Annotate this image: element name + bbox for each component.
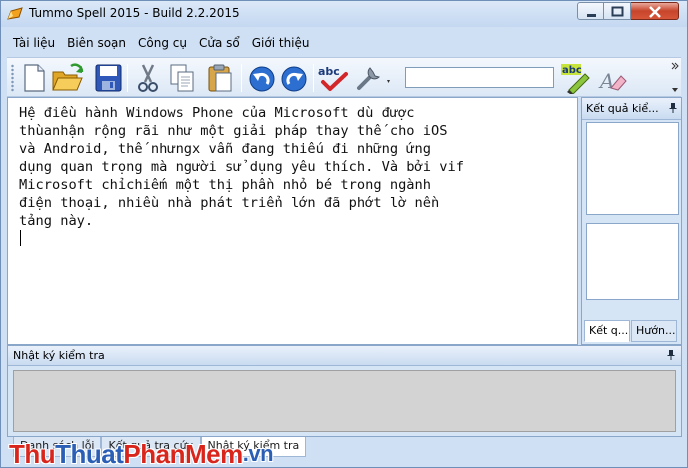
cut-button[interactable] bbox=[133, 62, 163, 94]
eraser-icon: A bbox=[598, 69, 627, 93]
watermark-part-3: PhanMem bbox=[123, 439, 243, 468]
highlight-button[interactable]: abc bbox=[559, 62, 593, 94]
menu-tai-lieu[interactable]: Tài liệu bbox=[7, 31, 61, 55]
cut-icon bbox=[138, 64, 158, 92]
tab-huong-dan[interactable]: Hướn... bbox=[631, 320, 677, 342]
close-button[interactable] bbox=[631, 2, 679, 20]
suggestions-list[interactable] bbox=[586, 223, 679, 300]
paste-icon bbox=[208, 64, 232, 92]
results-panel-title: Kết quả kiể... bbox=[586, 102, 659, 115]
watermark-part-4: .vn bbox=[242, 441, 274, 466]
results-panel: Kết quả kiể... Kết q... Hướn... bbox=[581, 97, 682, 345]
save-button[interactable] bbox=[93, 62, 123, 94]
log-panel-header[interactable]: Nhật ký kiểm tra bbox=[8, 346, 681, 366]
menu-bar: Tài liệu Biên soạn Công cụ Cửa sổ Giới t… bbox=[7, 31, 681, 55]
pin-icon[interactable] bbox=[666, 349, 676, 361]
pin-icon[interactable] bbox=[668, 102, 678, 114]
watermark-part-1: Thu bbox=[9, 439, 56, 468]
toolbar-separator bbox=[127, 64, 128, 92]
copy-button[interactable] bbox=[167, 62, 197, 94]
log-output-area[interactable] bbox=[13, 370, 676, 432]
eraser-button[interactable]: A bbox=[597, 62, 627, 94]
new-document-icon bbox=[24, 64, 45, 92]
svg-text:abc: abc bbox=[318, 65, 340, 78]
results-list[interactable] bbox=[586, 122, 679, 215]
overflow-chevron-icon bbox=[671, 62, 679, 92]
log-panel-title: Nhật ký kiểm tra bbox=[13, 349, 105, 362]
title-bar[interactable]: Tummo Spell 2015 - Build 2.2.2015 bbox=[1, 1, 687, 27]
highlight-abc-icon: abc bbox=[561, 64, 590, 94]
chevron-down-icon bbox=[387, 80, 390, 83]
menu-cua-so[interactable]: Cửa sổ bbox=[193, 31, 246, 55]
menu-gioi-thieu[interactable]: Giới thiệu bbox=[246, 31, 316, 55]
svg-text:A: A bbox=[598, 69, 614, 93]
redo-icon bbox=[281, 66, 307, 92]
toolbar-separator bbox=[313, 64, 314, 92]
save-icon bbox=[95, 64, 122, 92]
paste-button[interactable] bbox=[205, 62, 235, 94]
svg-text:abc: abc bbox=[562, 65, 582, 76]
toolbar-grip[interactable] bbox=[11, 64, 14, 92]
app-window: Tummo Spell 2015 - Build 2.2.2015 Tài li… bbox=[0, 0, 688, 468]
window-title: Tummo Spell 2015 - Build 2.2.2015 bbox=[29, 6, 240, 20]
watermark-part-2: Thuat bbox=[55, 439, 124, 468]
tools-icon bbox=[357, 67, 390, 90]
toolbar-overflow-button[interactable] bbox=[670, 60, 680, 96]
maximize-button[interactable] bbox=[604, 2, 631, 20]
watermark-logo: Thu Thuat PhanMem .vn bbox=[9, 437, 274, 468]
new-document-button[interactable] bbox=[19, 62, 49, 94]
editor-text[interactable]: Hệ điều hành Windows Phone của Microsoft… bbox=[19, 104, 571, 230]
results-panel-header[interactable]: Kết quả kiể... bbox=[582, 98, 681, 120]
minimize-button[interactable] bbox=[577, 2, 604, 20]
redo-button[interactable] bbox=[279, 62, 309, 94]
undo-button[interactable] bbox=[247, 62, 277, 94]
tools-button[interactable] bbox=[353, 62, 393, 94]
search-input[interactable] bbox=[405, 67, 554, 88]
results-panel-tabs: Kết q... Hướn... bbox=[584, 320, 681, 342]
spell-check-button[interactable]: abc bbox=[317, 62, 349, 94]
menu-bien-soan[interactable]: Biên soạn bbox=[61, 31, 132, 55]
text-caret bbox=[20, 230, 21, 246]
toolbar-separator bbox=[241, 64, 242, 92]
copy-icon bbox=[170, 64, 194, 92]
document-editor[interactable]: Hệ điều hành Windows Phone của Microsoft… bbox=[7, 97, 578, 345]
pencil-app-icon bbox=[7, 7, 23, 21]
undo-icon bbox=[249, 66, 275, 92]
log-panel: Nhật ký kiểm tra bbox=[7, 345, 682, 437]
toolbar: abc abc A bbox=[7, 57, 681, 97]
spell-check-icon: abc bbox=[318, 65, 348, 91]
tab-ket-qua[interactable]: Kết q... bbox=[584, 320, 630, 342]
open-folder-icon bbox=[52, 63, 84, 91]
menu-cong-cu[interactable]: Công cụ bbox=[132, 31, 193, 55]
open-button[interactable] bbox=[51, 62, 85, 94]
